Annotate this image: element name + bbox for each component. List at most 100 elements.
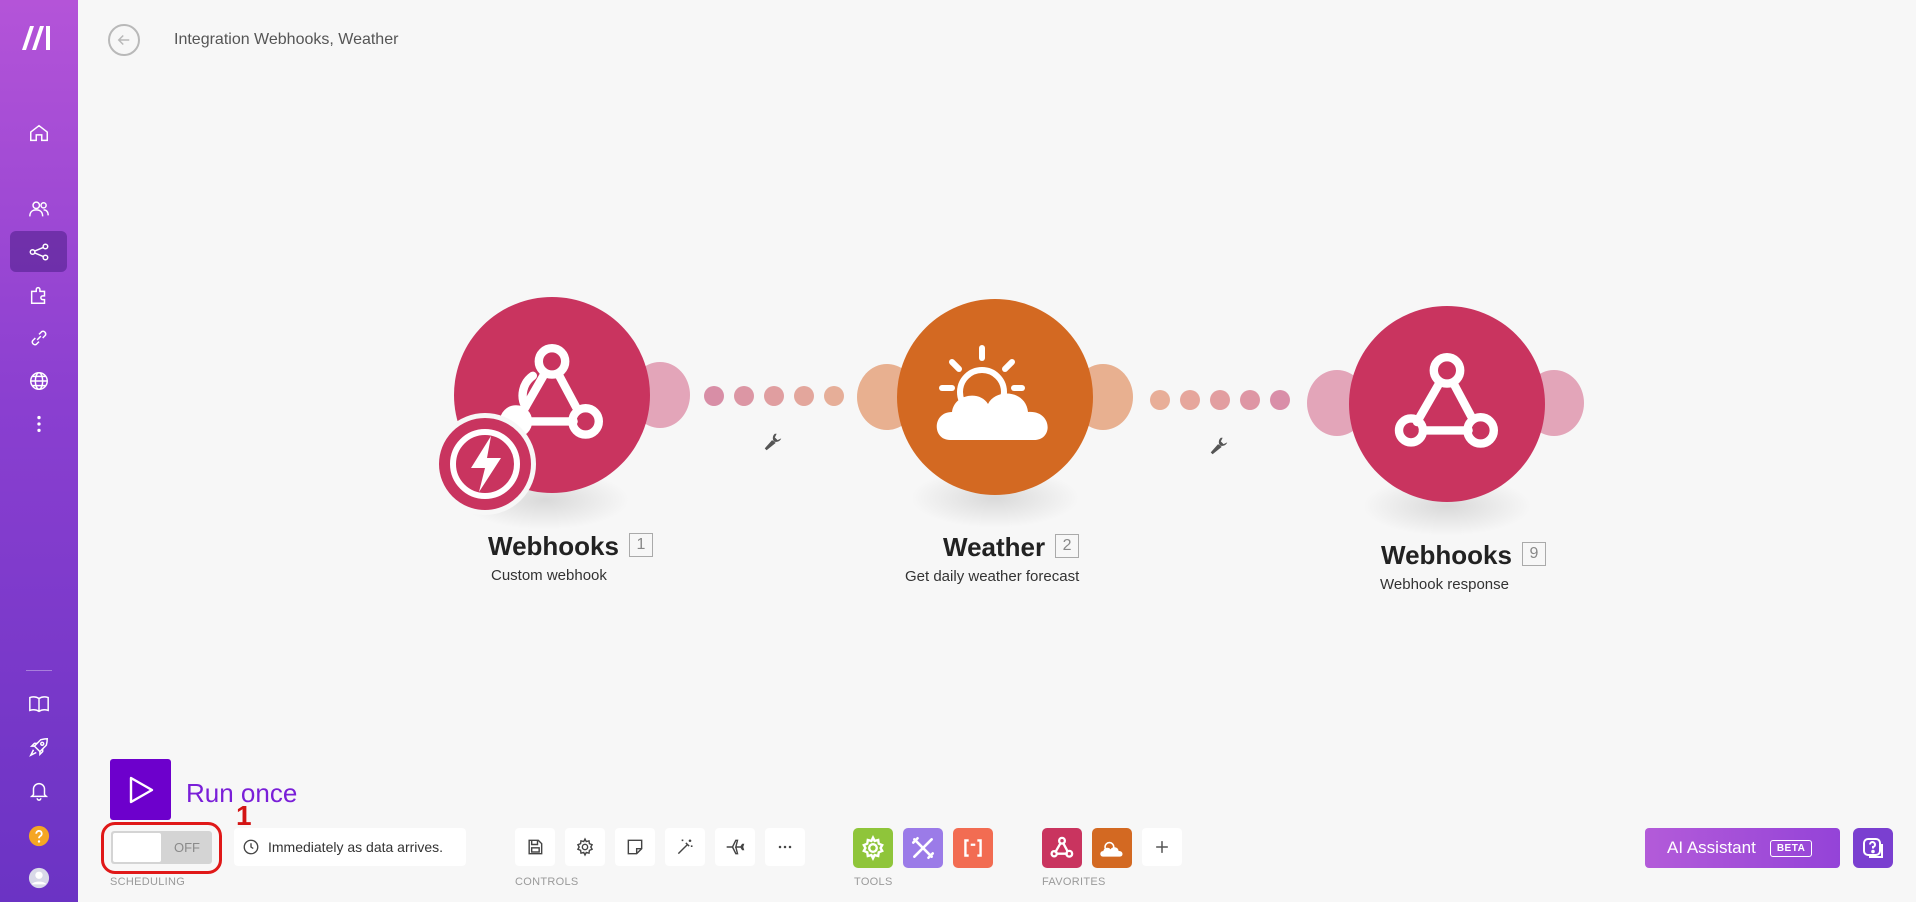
route-dot[interactable] — [1210, 390, 1230, 410]
module-subtitle: Webhook response — [1380, 576, 1509, 593]
more-controls-button[interactable] — [765, 828, 805, 866]
favorites-group-label: FAVORITES — [1042, 876, 1106, 888]
sidebar-item-webhooks[interactable] — [10, 360, 67, 401]
controls-group-label: CONTROLS — [515, 876, 579, 888]
gear-icon — [576, 837, 594, 857]
airplane-icon — [726, 839, 745, 855]
sidebar-item-help[interactable] — [10, 815, 67, 856]
note-icon — [627, 839, 643, 855]
toggle-state: OFF — [174, 840, 200, 855]
wrench-icon[interactable] — [762, 431, 784, 453]
make-logo[interactable] — [20, 22, 58, 52]
puzzle-icon — [30, 286, 45, 304]
add-favorite-button[interactable] — [1142, 828, 1182, 866]
run-once-button[interactable] — [110, 759, 171, 820]
sidebar-item-profile[interactable] — [10, 857, 67, 898]
route-dot[interactable] — [734, 386, 754, 406]
schedule-text: Immediately as data arrives. — [268, 839, 444, 855]
route-dot[interactable] — [1150, 390, 1170, 410]
route-dot[interactable] — [704, 386, 724, 406]
ellipsis-icon — [778, 845, 792, 849]
webhook-icon — [1394, 353, 1498, 448]
module-name-text: Weather — [943, 532, 1046, 562]
brackets-icon — [964, 839, 982, 857]
sidebar-item-more[interactable] — [10, 403, 67, 444]
sidebar-divider — [26, 670, 52, 671]
module-number: 9 — [1521, 542, 1546, 567]
favorite-weather[interactable] — [1092, 828, 1132, 868]
gear-icon — [862, 835, 884, 861]
module-subtitle: Custom webhook — [491, 567, 607, 584]
weather-sun-cloud-icon — [1100, 841, 1123, 857]
explain-flow-button[interactable] — [715, 828, 755, 866]
module-name-text: Webhooks — [488, 531, 619, 561]
route-dot[interactable] — [824, 386, 844, 406]
clock-icon — [243, 839, 259, 855]
module-subtitle: Get daily weather forecast — [905, 568, 1080, 585]
scheduling-toggle[interactable]: OFF — [111, 831, 212, 864]
notes-button[interactable] — [615, 828, 655, 866]
plus-icon — [1156, 841, 1168, 853]
sidebar-item-docs[interactable] — [10, 683, 67, 724]
link-icon — [31, 330, 46, 345]
globe-icon — [29, 371, 48, 390]
more-vertical-icon — [36, 415, 41, 432]
sidebar — [0, 0, 78, 902]
chat-help-icon — [1863, 838, 1883, 858]
toggle-knob — [113, 833, 161, 862]
magic-wand-icon — [677, 839, 693, 855]
help-chat-button[interactable] — [1853, 828, 1893, 868]
save-button[interactable] — [515, 828, 555, 866]
schedule-setting-button[interactable]: Immediately as data arrives. — [234, 828, 466, 866]
sidebar-item-templates[interactable] — [10, 274, 67, 315]
tools-icon — [911, 836, 935, 860]
sidebar-item-notifications[interactable] — [10, 769, 67, 810]
scenario-settings-button[interactable] — [565, 828, 605, 866]
auto-align-button[interactable] — [665, 828, 705, 866]
module-name: Webhooks 9 — [1381, 540, 1546, 571]
module-webhooks-9[interactable] — [1349, 306, 1545, 502]
avatar-icon — [28, 867, 49, 888]
scenarios-icon — [29, 242, 48, 261]
route-dot[interactable] — [1240, 390, 1260, 410]
help-icon — [28, 825, 49, 846]
instant-trigger-icon — [450, 429, 520, 499]
weather-sun-cloud-icon — [936, 345, 1048, 440]
favorite-webhooks[interactable] — [1042, 828, 1082, 868]
module-number: 2 — [1055, 534, 1080, 559]
home-icon — [29, 124, 48, 141]
module-number: 1 — [628, 533, 653, 558]
route-dot[interactable] — [794, 386, 814, 406]
scheduling-group-label: SCHEDULING — [110, 876, 186, 888]
sidebar-item-connections[interactable] — [10, 317, 67, 358]
route-dot[interactable] — [1270, 390, 1290, 410]
tools-text-parser[interactable] — [953, 828, 993, 868]
module-trigger-badge[interactable] — [434, 413, 536, 515]
sidebar-item-team[interactable] — [10, 188, 67, 229]
module-name: Webhooks 1 — [488, 531, 653, 562]
sidebar-item-whats-new[interactable] — [10, 726, 67, 767]
route-dot[interactable] — [764, 386, 784, 406]
back-button[interactable] — [108, 24, 140, 56]
team-icon — [28, 200, 49, 216]
module-name: Weather 2 — [943, 532, 1080, 563]
scenario-title[interactable]: Integration Webhooks, Weather — [174, 31, 398, 49]
ai-assistant-button[interactable]: AI Assistant BETA — [1645, 828, 1840, 868]
bell-icon — [29, 782, 48, 801]
play-icon — [129, 776, 153, 803]
beta-badge: BETA — [1769, 839, 1813, 857]
tools-flow-control[interactable] — [853, 828, 893, 868]
sidebar-item-home[interactable] — [10, 112, 67, 153]
route-dot[interactable] — [1180, 390, 1200, 410]
rocket-icon — [28, 737, 48, 757]
webhook-icon — [1050, 836, 1074, 858]
save-icon — [528, 839, 543, 855]
sidebar-item-scenarios[interactable] — [10, 231, 67, 272]
tools-tools[interactable] — [903, 828, 943, 868]
wrench-icon[interactable] — [1208, 435, 1230, 457]
tools-group-label: TOOLS — [854, 876, 893, 888]
ai-assistant-label: AI Assistant — [1667, 838, 1756, 857]
module-name-text: Webhooks — [1381, 540, 1512, 570]
module-weather-2[interactable] — [897, 299, 1093, 495]
arrow-left-icon — [117, 34, 130, 46]
